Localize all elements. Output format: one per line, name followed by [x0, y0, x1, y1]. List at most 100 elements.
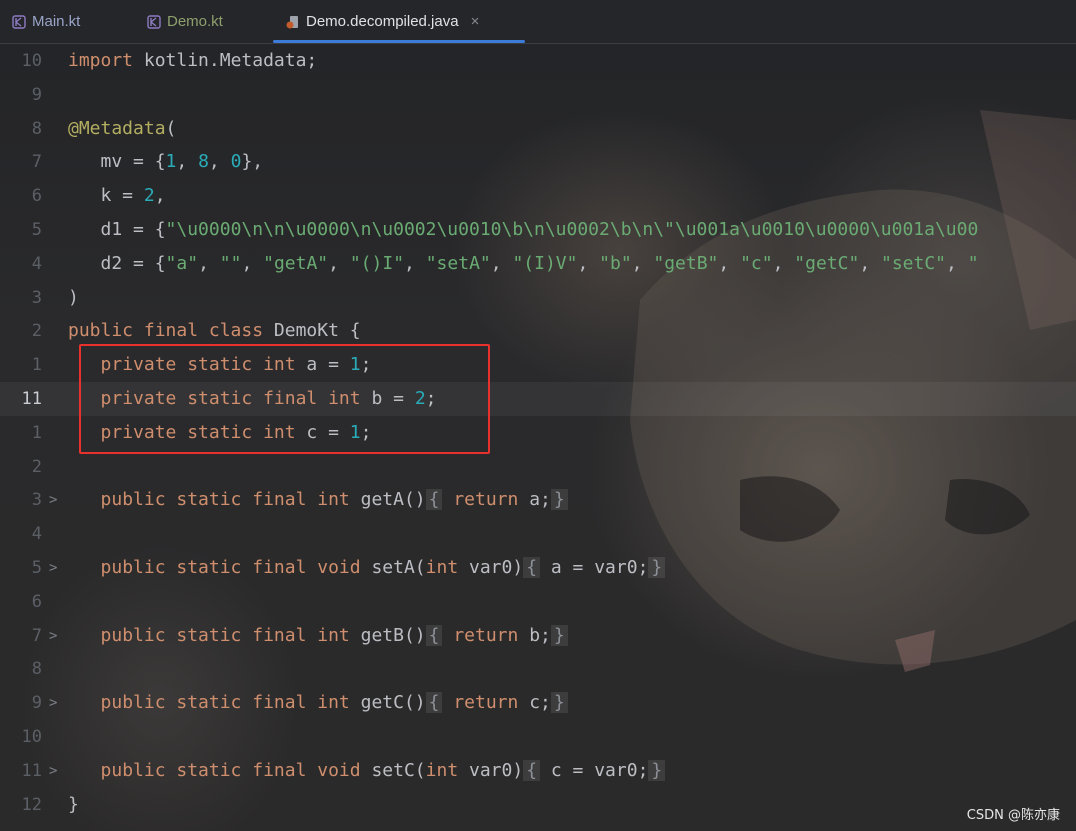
code-line[interactable]: 3 > public static final int getA(){ retur… — [0, 483, 1076, 517]
line-number: 3 — [31, 490, 42, 511]
line-number: 8 — [31, 659, 42, 680]
kotlin-file-icon — [12, 14, 26, 29]
code-line[interactable]: 8 @Metadata( — [0, 112, 1076, 146]
code-line[interactable]: 6 k = 2, — [0, 179, 1076, 213]
fold-chevron-icon[interactable]: > — [49, 686, 57, 720]
code-text: import kotlin.Metadata; — [68, 44, 317, 78]
code-token: var0) — [469, 557, 524, 578]
code-token: getC() — [360, 692, 426, 714]
code-line[interactable]: 7 mv = {1, 8, 0}, — [0, 145, 1076, 179]
fold-chevron-icon[interactable]: > — [49, 619, 57, 653]
code-token: return — [442, 489, 530, 511]
code-text: d1 = {"\u0000\n\n\u0000\n\u0002\u0010\b\… — [68, 213, 979, 247]
code-line[interactable]: 10 import kotlin.Metadata; — [0, 44, 1076, 78]
code-token: "\u0000\n\n\u0000\n\u0002\u0010\b\n\u000… — [165, 219, 979, 240]
folded-brace: } — [648, 759, 666, 781]
code-token: d2 = { — [68, 252, 166, 274]
code-token: getA() — [360, 489, 426, 511]
tab-label: Main.kt — [32, 13, 81, 30]
code-token: 1 — [165, 151, 177, 173]
line-number: 1 — [31, 355, 42, 376]
code-token: , — [718, 252, 741, 274]
code-text: k = 2, — [68, 179, 166, 213]
code-token: kotlin.Metadata; — [133, 50, 318, 71]
tab-demo-decompiled-java[interactable]: Demo.decompiled.java × — [286, 0, 479, 43]
code-line[interactable]: 11 > public static final void setC(int va… — [0, 754, 1076, 788]
code-token: a; — [529, 489, 551, 511]
code-token: "setC" — [881, 252, 947, 274]
code-token: a = var0; — [540, 557, 649, 578]
line-number: 9 — [31, 84, 42, 105]
code-line[interactable]: 5 d1 = {"\u0000\n\n\u0000\n\u0002\u0010\… — [0, 213, 1076, 247]
code-token: setA( — [371, 557, 426, 578]
code-line[interactable]: 3) — [0, 281, 1076, 315]
line-number: 9 — [31, 693, 42, 714]
code-line[interactable]: 8 — [0, 652, 1076, 686]
code-token: , — [208, 151, 231, 173]
tab-main-kt[interactable]: Main.kt — [12, 0, 80, 43]
code-token: d1 = { — [68, 219, 166, 240]
code-text: public static final int getC(){ return c… — [68, 686, 568, 720]
code-line[interactable]: 9 — [0, 78, 1076, 112]
code-line[interactable]: 7 > public static final int getB(){ retur… — [0, 619, 1076, 653]
folded-brace: } — [648, 557, 666, 578]
code-token: k = — [68, 185, 144, 207]
code-line[interactable]: 5 > public static final void setA(int var… — [0, 551, 1076, 585]
code-token: int — [425, 759, 469, 781]
code-line[interactable]: 4 d2 = {"a", "", "getA", "()I", "setA", … — [0, 247, 1076, 281]
watermark: CSDN @陈亦康 — [966, 808, 1060, 823]
fold-chevron-icon[interactable]: > — [49, 483, 57, 517]
code-line[interactable]: 10 — [0, 720, 1076, 754]
kotlin-file-icon — [147, 14, 161, 29]
code-token: b; — [529, 624, 551, 646]
code-token: setC( — [371, 759, 426, 781]
editor-tab-bar: Main.kt Demo.kt Demo.decompiled.java × — [0, 0, 1076, 44]
code-token: public static final int — [100, 624, 361, 646]
code-token: return — [442, 692, 530, 714]
code-line[interactable]: 9 > public static final int getC(){ retur… — [0, 686, 1076, 720]
line-number: 12 — [21, 794, 42, 815]
line-number: 2 — [31, 456, 42, 477]
code-token: @Metadata — [68, 117, 166, 139]
code-line[interactable]: 4 — [0, 517, 1076, 551]
code-token: public static final int — [100, 489, 361, 511]
code-token: c; — [529, 692, 551, 714]
line-number: 10 — [21, 727, 42, 747]
line-number: 5 — [31, 220, 42, 240]
code-token: var0) — [469, 759, 524, 781]
folded-brace: } — [550, 692, 568, 714]
fold-chevron-icon[interactable]: > — [49, 551, 57, 585]
close-tab-icon[interactable]: × — [471, 13, 480, 30]
code-token: return — [442, 624, 530, 646]
code-token: , — [176, 151, 199, 173]
code-text: } — [68, 788, 79, 822]
ide-window: Main.kt Demo.kt Demo.decompiled.java × 1… — [0, 0, 1076, 831]
folded-brace: { — [425, 489, 443, 511]
code-line[interactable]: 2 — [0, 450, 1076, 484]
code-line[interactable]: 12} — [0, 788, 1076, 822]
tab-demo-kt[interactable]: Demo.kt — [147, 0, 223, 43]
tab-label: Demo.kt — [167, 13, 223, 30]
code-token: import — [68, 50, 134, 71]
folded-brace: } — [550, 624, 568, 646]
code-text: mv = {1, 8, 0}, — [68, 145, 264, 179]
code-token: public final class — [68, 320, 274, 342]
fold-chevron-icon[interactable]: > — [49, 754, 57, 788]
line-number: 6 — [31, 186, 42, 207]
line-number: 11 — [21, 389, 42, 409]
line-number: 7 — [31, 625, 42, 646]
highlight-annotation-box — [79, 344, 490, 454]
line-number: 7 — [31, 152, 42, 173]
line-number: 4 — [31, 524, 42, 545]
line-number: 3 — [31, 287, 42, 308]
code-token: c = var0; — [540, 759, 649, 781]
code-line[interactable]: 6 — [0, 585, 1076, 619]
code-token: int — [425, 557, 469, 578]
code-text: public static final int getA(){ return a… — [68, 483, 568, 517]
code-token: , — [404, 252, 426, 274]
code-token: getB() — [360, 624, 426, 646]
